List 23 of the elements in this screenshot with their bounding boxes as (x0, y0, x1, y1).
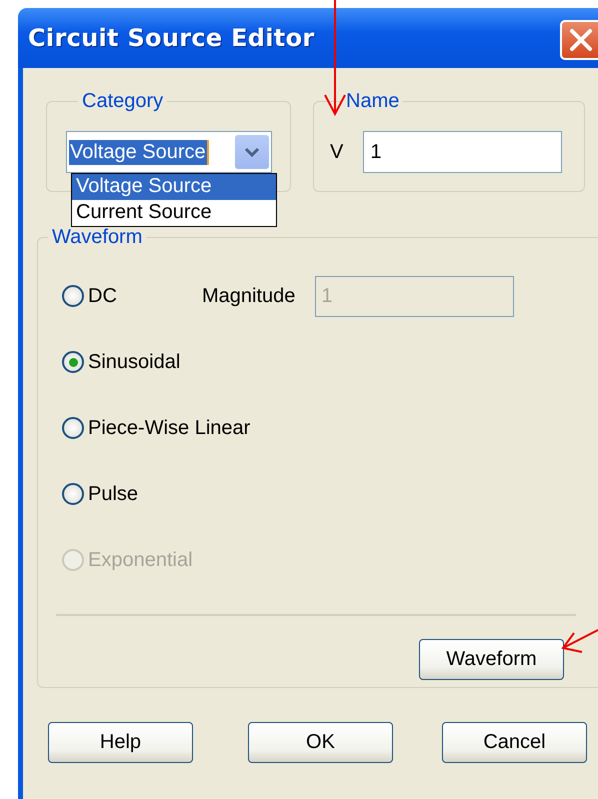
dropdown-option[interactable]: Current Source (72, 200, 276, 226)
radio-option[interactable]: Sinusoidal (62, 350, 202, 374)
window-title: Circuit Source Editor (28, 24, 314, 52)
chevron-icon (244, 147, 260, 157)
category-dropdown[interactable]: Voltage Source (66, 131, 272, 173)
dropdown-value: Voltage Source (69, 140, 209, 164)
dialog-button[interactable]: Cancel (442, 722, 587, 763)
magnitude-label: Magnitude (202, 284, 296, 308)
dropdown-button[interactable] (235, 135, 269, 169)
name-field[interactable]: 1 (363, 131, 562, 173)
close-icon (569, 28, 593, 52)
group-label: Name (345, 90, 400, 113)
dialog-button[interactable]: OK (248, 722, 393, 763)
group-label: Category (81, 90, 164, 113)
waveform-button[interactable]: Waveform (419, 639, 564, 680)
name-prefix: V (330, 140, 344, 164)
radio-option[interactable]: Piece-Wise Linear (62, 416, 250, 440)
group-label: Waveform (51, 226, 144, 249)
close-button[interactable] (560, 20, 598, 60)
radio-option[interactable]: DC (62, 284, 202, 308)
dropdown-option[interactable]: Voltage Source (72, 174, 276, 200)
radio-option[interactable]: Pulse (62, 482, 202, 506)
dialog-button[interactable]: Help (48, 722, 193, 763)
